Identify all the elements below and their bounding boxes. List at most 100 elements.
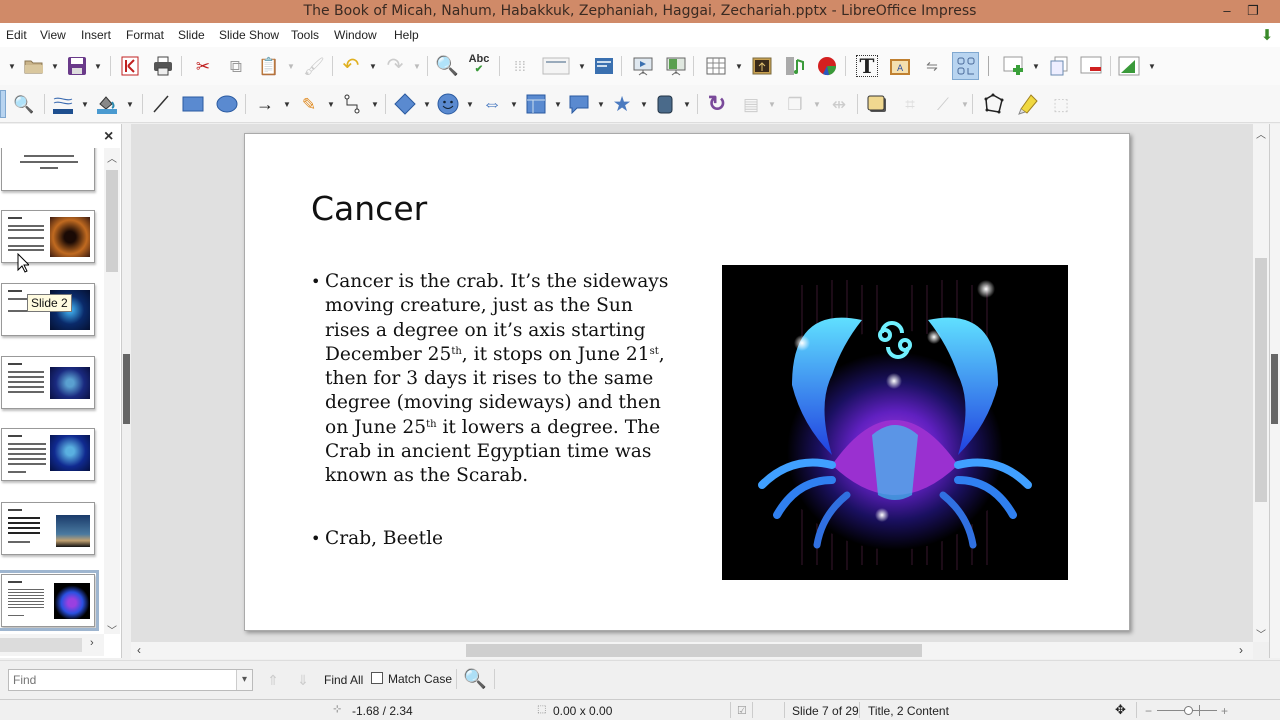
cancer-crab-image[interactable] (722, 265, 1068, 580)
stars-dropdown-icon[interactable]: ▼ (640, 93, 648, 115)
align-icon[interactable]: ▤ (740, 93, 762, 115)
crop-icon[interactable]: ⌗ (899, 93, 921, 115)
redo-icon[interactable]: ↷ (384, 55, 406, 77)
filter-dropdown-icon[interactable]: ▼ (961, 93, 969, 115)
slide-layout-dropdown-icon[interactable]: ▼ (1148, 55, 1156, 77)
canvas-hscroll-thumb[interactable] (466, 644, 922, 657)
menu-view[interactable]: View (40, 28, 66, 42)
connector-dropdown-icon[interactable]: ▼ (371, 93, 379, 115)
line-color-dropdown-icon[interactable]: ▼ (81, 93, 89, 115)
menu-slide-show[interactable]: Slide Show (219, 28, 279, 42)
callout-dropdown-icon[interactable]: ▼ (597, 93, 605, 115)
scroll-right-icon[interactable]: › (90, 637, 94, 649)
start-slideshow-icon[interactable] (632, 55, 654, 77)
find-replace-icon[interactable]: 🔍 (435, 55, 459, 77)
find-all-button[interactable]: Find All (324, 673, 363, 687)
table-dropdown-icon[interactable]: ▼ (735, 55, 743, 77)
curve-dropdown-icon[interactable]: ▼ (327, 93, 335, 115)
arrow-line-dropdown-icon[interactable]: ▼ (283, 93, 291, 115)
menu-tools[interactable]: Tools (291, 28, 319, 42)
display-views-dropdown-icon[interactable]: ▼ (578, 55, 586, 77)
export-pdf-icon[interactable] (119, 55, 141, 77)
canvas-horizontal-scrollbar[interactable]: ‹ › (131, 642, 1253, 659)
scroll-up-icon[interactable]: ︿ (107, 150, 117, 165)
scroll-right-icon[interactable]: › (1239, 643, 1243, 657)
presenter-icon[interactable] (665, 55, 687, 77)
new-slide-icon[interactable] (1003, 55, 1025, 77)
canvas-vertical-scrollbar[interactable]: ︿ ﹀ (1253, 124, 1269, 642)
print-icon[interactable] (152, 55, 174, 77)
curve-icon[interactable]: ✎ (298, 93, 320, 115)
shadow-icon[interactable] (866, 93, 888, 115)
new-dropdown-icon[interactable]: ▼ (8, 55, 16, 77)
rotate-icon[interactable]: ↻ (706, 93, 728, 115)
display-views-icon[interactable] (541, 55, 571, 77)
arrow-line-icon[interactable]: → (254, 93, 276, 115)
text-box-icon[interactable]: T (856, 55, 878, 77)
block-arrows-icon[interactable]: ⇔ (481, 93, 503, 115)
ellipse-icon[interactable] (216, 93, 238, 115)
match-case-checkbox[interactable] (371, 672, 383, 684)
rectangle-icon[interactable] (182, 93, 204, 115)
document-modified-icon[interactable]: ☑ (737, 704, 747, 717)
arrange-dropdown-icon[interactable]: ▼ (813, 93, 821, 115)
chart-icon[interactable] (816, 55, 838, 77)
master-slide-icon[interactable] (593, 55, 615, 77)
slide-thumbnail-5[interactable] (1, 428, 95, 481)
zoom-slider-handle[interactable] (1184, 706, 1193, 715)
slide-layout-icon[interactable] (1118, 55, 1140, 77)
3d-objects-icon[interactable] (654, 93, 676, 115)
slide-thumbnail-1[interactable] (1, 148, 95, 191)
restore-icon[interactable]: ❐ (1240, 1, 1266, 21)
flowchart-dropdown-icon[interactable]: ▼ (554, 93, 562, 115)
menu-slide[interactable]: Slide (178, 28, 205, 42)
copy-icon[interactable]: ⧉ (225, 55, 247, 77)
select-icon[interactable] (0, 90, 6, 118)
save-icon[interactable] (66, 55, 88, 77)
zoom-in-button[interactable]: + (1221, 704, 1228, 718)
glue-points-icon[interactable] (1017, 93, 1039, 115)
update-available-icon[interactable]: ⬇ (1256, 24, 1278, 46)
fill-color-icon[interactable] (96, 93, 118, 115)
duplicate-slide-icon[interactable] (1048, 55, 1070, 77)
menu-format[interactable]: Format (126, 28, 164, 42)
transformations-icon[interactable]: ⇋ (921, 55, 943, 77)
align-dropdown-icon[interactable]: ▼ (768, 93, 776, 115)
find-next-icon[interactable]: ⇓ (292, 669, 314, 691)
slide-panel-scroll-thumb[interactable] (106, 170, 118, 272)
symbol-shapes-dropdown-icon[interactable]: ▼ (466, 93, 474, 115)
find-replace-icon[interactable]: 🔍 (463, 668, 487, 690)
menu-edit[interactable]: Edit (6, 28, 27, 42)
line-icon[interactable] (150, 93, 172, 115)
sidebar-collapse-handle[interactable] (123, 354, 130, 424)
scroll-left-icon[interactable]: ‹ (137, 643, 141, 657)
callout-icon[interactable] (568, 93, 590, 115)
menu-help[interactable]: Help (394, 28, 419, 42)
find-input[interactable] (8, 669, 253, 691)
points-icon[interactable] (952, 52, 979, 80)
arrange-icon[interactable]: ❒ (784, 93, 806, 115)
open-icon[interactable] (23, 55, 45, 77)
basic-shapes-icon[interactable] (394, 93, 416, 115)
symbol-shapes-icon[interactable] (437, 93, 459, 115)
flowchart-icon[interactable] (525, 93, 547, 115)
scroll-down-icon[interactable]: ﹀ (107, 622, 117, 637)
match-case-label[interactable]: Match Case (388, 672, 452, 686)
scroll-down-icon[interactable]: ﹀ (1256, 626, 1266, 641)
fit-slide-icon[interactable]: ✥ (1115, 702, 1126, 718)
paste-dropdown-icon[interactable]: ▼ (287, 55, 295, 77)
minimize-icon[interactable]: – (1214, 1, 1240, 21)
close-icon[interactable]: × (104, 128, 113, 146)
line-color-icon[interactable] (52, 93, 74, 115)
save-dropdown-icon[interactable]: ▼ (94, 55, 102, 77)
slide-content[interactable]: Cancer is the crab. It’s the sideways mo… (311, 270, 671, 551)
fontwork-icon[interactable]: A (889, 55, 911, 77)
slide[interactable]: Cancer Cancer is the crab. It’s the side… (244, 133, 1130, 631)
menu-window[interactable]: Window (334, 28, 377, 42)
canvas-vscroll-thumb[interactable] (1255, 258, 1267, 502)
find-previous-icon[interactable]: ⇑ (262, 669, 284, 691)
grid-icon[interactable]: ⁞⁞⁞ (509, 55, 531, 77)
filter-icon[interactable]: ⟋ (932, 93, 954, 115)
paste-icon[interactable]: 📋 (258, 55, 280, 77)
toggle-extrusion-icon[interactable]: ⬚ (1050, 93, 1072, 115)
